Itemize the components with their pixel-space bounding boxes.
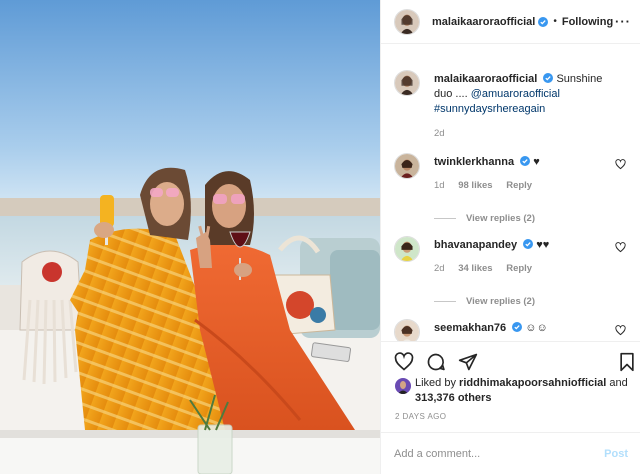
- view-replies-button[interactable]: View replies (2): [434, 213, 535, 224]
- following-button[interactable]: Following: [562, 16, 613, 28]
- view-replies-label: View replies (2): [466, 296, 535, 307]
- comment-meta: 2d 34 likes Reply: [434, 261, 622, 276]
- commenter-avatar[interactable]: [394, 319, 420, 341]
- bookmark-icon[interactable]: [617, 352, 637, 372]
- author-avatar[interactable]: [394, 8, 420, 35]
- comment-username[interactable]: seemakhan76: [434, 322, 506, 334]
- comment-heart-icon[interactable]: [615, 325, 626, 336]
- post-image: [0, 0, 380, 474]
- comment-text: ♥: [533, 156, 540, 168]
- more-icon[interactable]: ···: [615, 14, 631, 29]
- caption-username[interactable]: malaikaaroraofficial: [434, 73, 537, 85]
- verified-icon: [512, 322, 523, 332]
- comment-heart-icon[interactable]: [615, 159, 626, 170]
- reply-button[interactable]: Reply: [506, 180, 532, 191]
- caption-hashtag[interactable]: #sunnydaysrhereagain: [434, 103, 545, 115]
- commenter-avatar[interactable]: [394, 236, 420, 262]
- likes-count[interactable]: 313,376 others: [415, 392, 491, 404]
- comment-time: 1d: [434, 180, 445, 191]
- view-replies-label: View replies (2): [466, 213, 535, 224]
- comment-time: 2d: [434, 263, 445, 274]
- author-username[interactable]: malaikaaroraofficial: [432, 16, 535, 28]
- comment-text: ☺☺: [525, 322, 548, 334]
- comment-input[interactable]: [394, 447, 605, 460]
- post-photo[interactable]: [0, 0, 380, 474]
- heart-icon[interactable]: [394, 352, 414, 372]
- post-button[interactable]: Post: [604, 448, 628, 460]
- comment-likes[interactable]: 98 likes: [458, 180, 492, 191]
- caption-time: 2d: [434, 128, 445, 139]
- comment-body: bhavanapandey ♥♥ 2d 34 likes Reply: [434, 238, 622, 276]
- caption-mention[interactable]: @amuaroraofficial: [471, 88, 560, 100]
- comment-text: ♥♥: [536, 239, 550, 251]
- caption-meta: 2d: [434, 126, 622, 141]
- likes-summary: Liked by riddhimakapoorsahniofficial and…: [395, 376, 635, 406]
- comment-heart-icon[interactable]: [615, 242, 626, 253]
- commenter-avatar[interactable]: [394, 153, 420, 179]
- liker-avatar[interactable]: [395, 378, 411, 394]
- share-icon[interactable]: [458, 352, 478, 372]
- add-comment-bar: Post: [381, 432, 640, 474]
- post-header: malaikaaroraofficial • Following ···: [381, 0, 640, 44]
- verified-icon: [538, 16, 549, 27]
- replies-divider: [434, 218, 456, 219]
- likes-and: and: [609, 377, 628, 389]
- post-panel: malaikaaroraofficial • Following ··· mal…: [380, 0, 640, 474]
- separator-dot: •: [553, 16, 557, 27]
- comment-body: seemakhan76 ☺☺: [434, 321, 622, 336]
- reply-button[interactable]: Reply: [506, 263, 532, 274]
- post-timestamp[interactable]: 2 DAYS AGO: [395, 412, 446, 421]
- comment-likes[interactable]: 34 likes: [458, 263, 492, 274]
- comment-icon[interactable]: [426, 352, 446, 372]
- comment-username[interactable]: bhavanapandey: [434, 239, 517, 251]
- verified-icon: [523, 239, 534, 249]
- comments-list: malaikaaroraofficial Sunshine duo .... @…: [381, 45, 640, 341]
- comment-body: twinklerkhanna ♥ 1d 98 likes Reply: [434, 155, 622, 193]
- caption-body: malaikaaroraofficial Sunshine duo .... @…: [434, 72, 622, 141]
- view-replies-button[interactable]: View replies (2): [434, 296, 535, 307]
- replies-divider: [434, 301, 456, 302]
- liker-username[interactable]: riddhimakapoorsahniofficial: [459, 377, 606, 389]
- caption-avatar[interactable]: [394, 70, 420, 96]
- comment-meta: 1d 98 likes Reply: [434, 178, 622, 193]
- action-bar: [381, 341, 640, 375]
- verified-icon: [520, 156, 531, 166]
- verified-icon: [543, 73, 554, 83]
- comment-username[interactable]: twinklerkhanna: [434, 156, 514, 168]
- likes-prefix: Liked by: [415, 377, 456, 389]
